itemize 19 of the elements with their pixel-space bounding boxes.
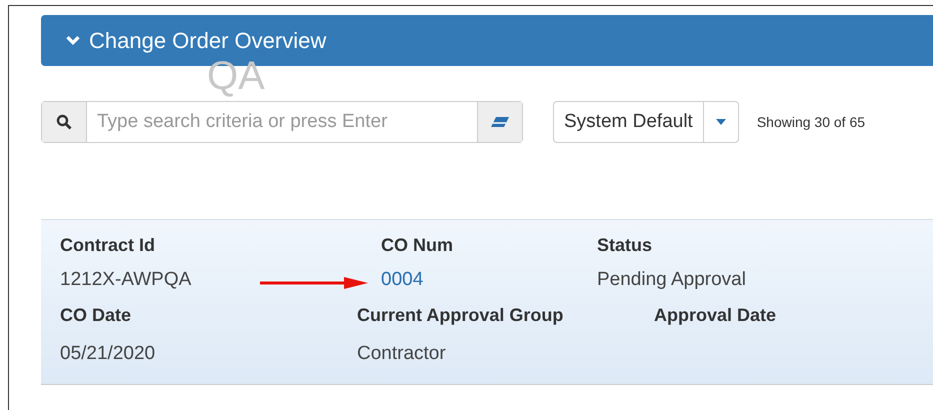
field-value: 1212X-AWPQA bbox=[60, 269, 192, 291]
panel-title: Change Order Overview bbox=[89, 28, 326, 54]
chevron-icon bbox=[65, 35, 81, 46]
field-label: Status bbox=[597, 234, 654, 256]
eraser-icon[interactable] bbox=[490, 116, 510, 128]
record-count: Showing 30 of 65 bbox=[756, 114, 866, 130]
search-bar[interactable]: Type search criteria or press Enter bbox=[41, 101, 523, 143]
caret-icon bbox=[716, 119, 726, 125]
field-value: 05/21/2020 bbox=[60, 343, 156, 365]
co-number-link[interactable]: 0004 bbox=[381, 269, 424, 291]
field-value: Contractor bbox=[357, 343, 446, 365]
field-value: Pending Approval bbox=[597, 269, 746, 291]
search-icon bbox=[56, 114, 72, 130]
field-label: Contract Id bbox=[60, 234, 156, 256]
field-label: CO Num bbox=[381, 234, 454, 256]
field-label: CO Date bbox=[60, 304, 132, 326]
field-label: Current Approval Group bbox=[357, 304, 564, 327]
view-dropdown[interactable]: System Default bbox=[553, 101, 739, 143]
field-label: Approval Date bbox=[654, 304, 778, 327]
